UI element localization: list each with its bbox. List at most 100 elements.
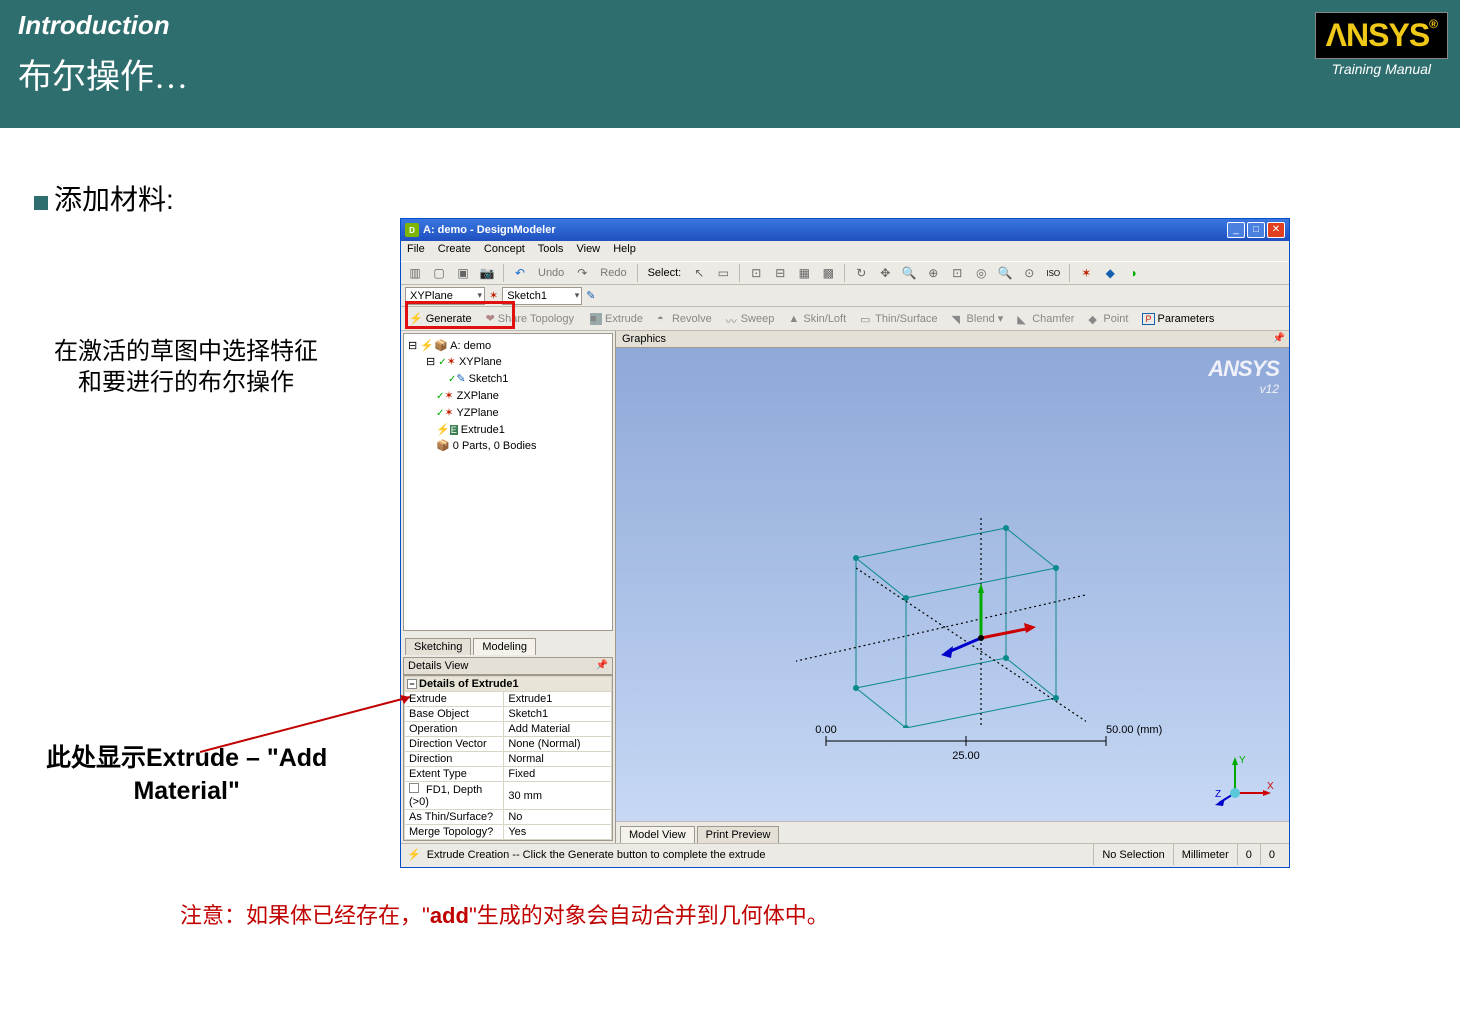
annotation-select-feature: 在激活的草图中选择特征和要进行的布尔操作: [54, 336, 318, 398]
view-zoombox-icon[interactable]: ⊡: [947, 263, 967, 283]
view-next-icon[interactable]: ⊙: [1019, 263, 1039, 283]
tool-save-icon[interactable]: ▣: [453, 263, 473, 283]
maximize-button[interactable]: □: [1247, 222, 1265, 238]
dv-v-6[interactable]: 30 mm: [504, 782, 612, 810]
ruler-icon[interactable]: ◗: [1124, 263, 1144, 283]
sel-pointer-icon[interactable]: ↖: [689, 263, 709, 283]
details-view[interactable]: −Details of Extrude1 ExtrudeExtrude1 Bas…: [403, 675, 613, 841]
menu-tools[interactable]: Tools: [538, 243, 564, 255]
point-button[interactable]: ◆Point: [1082, 311, 1134, 327]
graphics-viewport[interactable]: ANSYSv12: [616, 348, 1289, 821]
plane-icon[interactable]: ✶: [1076, 263, 1096, 283]
wireframe-cube: [796, 488, 1086, 728]
undo-label[interactable]: Undo: [534, 267, 568, 279]
bullet-square-icon: [34, 196, 48, 210]
dv-v-3[interactable]: None (Normal): [504, 737, 612, 752]
dv-k-5[interactable]: Extent Type: [405, 767, 504, 782]
filter-face-icon[interactable]: ▦: [794, 263, 814, 283]
undo-icon[interactable]: ↶: [510, 263, 530, 283]
menu-view[interactable]: View: [576, 243, 600, 255]
menu-create[interactable]: Create: [438, 243, 471, 255]
thinsurface-button[interactable]: ▭Thin/Surface: [854, 311, 943, 327]
window-title: A: demo - DesignModeler: [423, 224, 1227, 236]
note-text: 注意：如果体已经存在，"add"生成的对象会自动合并到几何体中。: [180, 898, 829, 930]
filter-vertex-icon[interactable]: ⊡: [746, 263, 766, 283]
tree-yzplane[interactable]: YZPlane: [456, 407, 498, 419]
tool-open-icon[interactable]: ▢: [429, 263, 449, 283]
menu-help[interactable]: Help: [613, 243, 636, 255]
dv-v-0[interactable]: Extrude1: [504, 692, 612, 707]
tree-parts[interactable]: 0 Parts, 0 Bodies: [453, 440, 537, 452]
ruler: 0.00 50.00 (mm) 25.00: [816, 731, 1116, 761]
skinloft-button[interactable]: ▲Skin/Loft: [782, 311, 852, 327]
menu-concept[interactable]: Concept: [484, 243, 525, 255]
display-icon[interactable]: ◆: [1100, 263, 1120, 283]
view-prev-icon[interactable]: 🔍: [995, 263, 1015, 283]
view-zoomfit-icon[interactable]: ⊕: [923, 263, 943, 283]
pin-icon[interactable]: 📌: [596, 660, 608, 671]
dv-v-2[interactable]: Add Material: [504, 722, 612, 737]
dv-v-8[interactable]: Yes: [504, 825, 612, 840]
sweep-button[interactable]: 〰Sweep: [720, 311, 781, 327]
tree-sketch1[interactable]: Sketch1: [469, 373, 509, 385]
details-group: −Details of Extrude1: [405, 677, 612, 692]
graphics-pin-icon[interactable]: 📌: [1273, 333, 1285, 344]
generate-highlight-box: [405, 301, 515, 329]
svg-text:25.00: 25.00: [952, 750, 980, 762]
tab-print-preview[interactable]: Print Preview: [697, 826, 780, 843]
statusbar: ⚡ Extrude Creation -- Click the Generate…: [401, 843, 1289, 865]
parameters-button[interactable]: PParameters: [1136, 311, 1220, 327]
redo-icon[interactable]: ↷: [572, 263, 592, 283]
callout-arrow: [200, 692, 420, 762]
view-zoom-icon[interactable]: 🔍: [899, 263, 919, 283]
status-message: Extrude Creation -- Click the Generate b…: [427, 849, 766, 861]
slide-title: 布尔操作…: [18, 49, 1442, 98]
dv-k-6[interactable]: FD1, Depth (>0): [405, 782, 504, 810]
menu-file[interactable]: File: [407, 243, 425, 255]
dv-v-7[interactable]: No: [504, 810, 612, 825]
filter-edge-icon[interactable]: ⊟: [770, 263, 790, 283]
tool-camera-icon[interactable]: 📷: [477, 263, 497, 283]
graphics-header: Graphics📌: [616, 331, 1289, 348]
tree-extrude1[interactable]: Extrude1: [461, 424, 505, 436]
training-manual-label: Training Manual: [1315, 61, 1448, 77]
tree-xyplane[interactable]: XYPlane: [459, 356, 502, 368]
view-lookat-icon[interactable]: ◎: [971, 263, 991, 283]
select-label: Select:: [644, 267, 686, 279]
dv-v-1[interactable]: Sketch1: [504, 707, 612, 722]
new-sketch-icon[interactable]: ✎: [586, 289, 595, 302]
extrude-button[interactable]: ■Extrude: [584, 311, 649, 327]
revolve-button[interactable]: ◓Revolve: [651, 311, 718, 327]
tab-model-view[interactable]: Model View: [620, 826, 695, 843]
view-pan-icon[interactable]: ✥: [875, 263, 895, 283]
titlebar[interactable]: D A: demo - DesignModeler _ □ ✕: [401, 219, 1289, 241]
dv-k-8[interactable]: Merge Topology?: [405, 825, 504, 840]
status-a: 0: [1237, 844, 1260, 865]
tree-zxplane[interactable]: ZXPlane: [457, 390, 499, 402]
dv-k-7[interactable]: As Thin/Surface?: [405, 810, 504, 825]
toolbar-features: ⚡Generate ❤Share Topology ■Extrude ◓Revo…: [401, 307, 1289, 331]
tab-sketching[interactable]: Sketching: [405, 638, 471, 655]
details-view-header: Details View📌: [403, 657, 613, 675]
sel-box-icon[interactable]: ▭: [713, 263, 733, 283]
blend-button[interactable]: ◥Blend ▾: [946, 310, 1010, 327]
view-rotate-icon[interactable]: ↻: [851, 263, 871, 283]
close-button[interactable]: ✕: [1267, 222, 1285, 238]
tree-root[interactable]: A: demo: [450, 340, 491, 352]
dv-v-5[interactable]: Fixed: [504, 767, 612, 782]
status-units: Millimeter: [1173, 844, 1237, 865]
svg-text:50.00 (mm): 50.00 (mm): [1106, 724, 1162, 736]
chamfer-button[interactable]: ◣Chamfer: [1011, 311, 1080, 327]
redo-label[interactable]: Redo: [596, 267, 630, 279]
designmodeler-window: D A: demo - DesignModeler _ □ ✕ File Cre…: [400, 218, 1290, 868]
svg-text:X: X: [1267, 781, 1274, 792]
tree-outline[interactable]: ⊟ ⚡📦 A: demo ⊟ ✓✶ XYPlane ✓✎ Sketch1 ✓✶ …: [403, 333, 613, 631]
filter-body-icon[interactable]: ▩: [818, 263, 838, 283]
tab-modeling[interactable]: Modeling: [473, 638, 536, 655]
tool-new-icon[interactable]: ▥: [405, 263, 425, 283]
view-iso-icon[interactable]: ISO: [1043, 263, 1063, 283]
minimize-button[interactable]: _: [1227, 222, 1245, 238]
status-b: 0: [1260, 844, 1283, 865]
dv-v-4[interactable]: Normal: [504, 752, 612, 767]
triad-icon[interactable]: Y X Z: [1215, 753, 1275, 807]
